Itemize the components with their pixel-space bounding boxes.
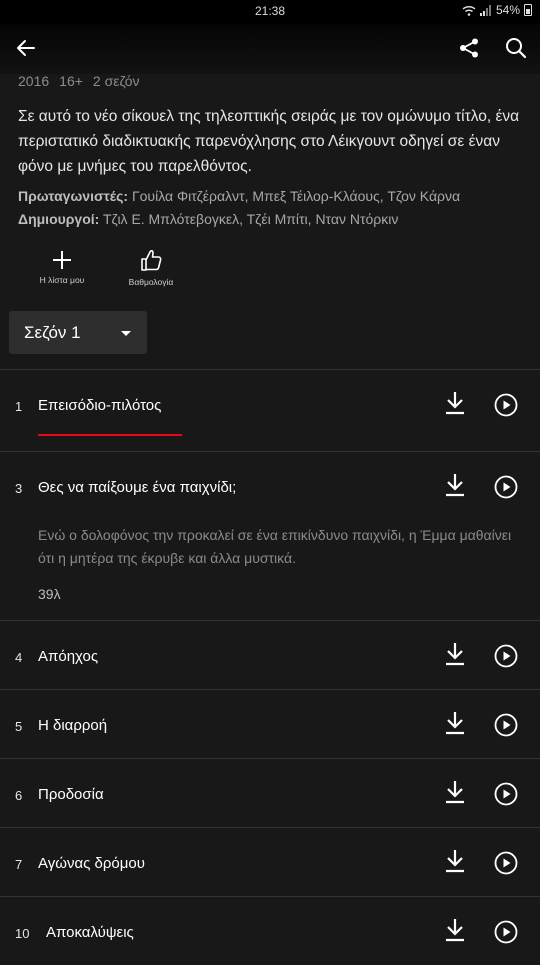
episode-row[interactable]: 4 Απόηχος	[0, 620, 540, 689]
arrow-left-icon	[17, 40, 35, 56]
play-icon[interactable]	[494, 393, 518, 417]
episode-row[interactable]: 3 Θες να παίξουμε ένα παιχνίδι; Ενώ ο δο…	[0, 451, 540, 620]
battery-icon	[524, 4, 532, 16]
play-icon[interactable]	[494, 851, 518, 875]
wifi-icon	[462, 5, 476, 16]
episode-title: Επεισόδιο-πιλότος	[38, 397, 162, 414]
episode-number: 5	[15, 719, 23, 734]
creators-line[interactable]: Δημιουργοί: Τζιλ Ε. Μπλότεβογκελ, Τζέι Μ…	[18, 211, 398, 227]
episode-title: Η διαρροή	[38, 717, 108, 734]
my-list-button[interactable]: Η λίστα μου	[34, 250, 90, 285]
rate-button[interactable]: Βαθμολογία	[121, 248, 181, 287]
thumbs-up-icon	[141, 249, 162, 271]
episode-row[interactable]: 1 Επεισόδιο-πιλότος	[0, 369, 540, 451]
episode-row[interactable]: 7 Αγώνας δρόμου	[0, 827, 540, 896]
show-meta: 2016 16+ 2 σεζόν	[18, 73, 140, 89]
download-icon[interactable]	[443, 779, 467, 805]
share-icon	[460, 38, 478, 58]
episode-row[interactable]: 6 Προδοσία	[0, 758, 540, 827]
episode-number: 1	[15, 399, 23, 414]
status-bar: 21:38 54%	[0, 0, 540, 24]
cast-line[interactable]: Πρωταγωνιστές: Γουίλα Φιτζέραλντ, Μπεξ Τ…	[18, 188, 460, 204]
season-selected: Σεζόν 1	[24, 322, 81, 342]
episode-description: Ενώ ο δολοφόνος την προκαλεί σε ένα επικ…	[38, 527, 512, 566]
battery-percent: 54%	[495, 3, 520, 17]
download-icon[interactable]	[443, 390, 467, 416]
top-app-bar	[0, 24, 540, 74]
download-icon[interactable]	[443, 710, 467, 736]
episode-duration: 39λ	[38, 586, 61, 602]
status-time: 21:38	[254, 4, 286, 18]
episode-title: Θες να παίξουμε ένα παιχνίδι;	[38, 479, 237, 496]
search-button[interactable]	[498, 30, 534, 66]
back-button[interactable]	[8, 30, 44, 66]
search-icon	[506, 38, 527, 59]
episode-title: Προδοσία	[38, 786, 104, 803]
episode-title: Απόηχος	[38, 648, 99, 665]
watch-progress-bar	[38, 434, 182, 436]
caret-down-icon	[121, 331, 131, 336]
episode-row[interactable]: 5 Η διαρροή	[0, 689, 540, 758]
play-icon[interactable]	[494, 920, 518, 944]
episode-number: 4	[15, 650, 23, 665]
download-icon[interactable]	[443, 917, 467, 943]
episode-row[interactable]: 10 Αποκαλύψεις	[0, 896, 540, 965]
play-icon[interactable]	[494, 713, 518, 737]
play-icon[interactable]	[494, 782, 518, 806]
episode-number: 3	[15, 481, 23, 496]
show-synopsis: Σε αυτό το νέο σίκουελ της τηλεοπτικής σ…	[18, 108, 520, 175]
episode-title: Αγώνας δρόμου	[38, 855, 145, 872]
download-icon[interactable]	[443, 848, 467, 874]
episode-number: 10	[15, 926, 30, 941]
episode-list: 1 Επεισόδιο-πιλότος 3 Θες να παίξουμε έν…	[0, 369, 540, 965]
season-count: 2 σεζόν	[92, 73, 140, 89]
episode-title: Αποκαλύψεις	[46, 924, 134, 941]
signal-icon	[479, 4, 491, 16]
creators-label: Δημιουργοί:	[18, 211, 100, 227]
cast-label: Πρωταγωνιστές:	[18, 188, 129, 204]
play-icon[interactable]	[494, 644, 518, 668]
plus-icon	[53, 251, 71, 269]
my-list-label: Η λίστα μου	[39, 275, 85, 285]
cast-names: Γουίλα Φιτζέραλντ, Μπεξ Τέιλορ-Κλάους, Τ…	[131, 188, 461, 204]
download-icon[interactable]	[443, 472, 467, 498]
creators-names: Τζιλ Ε. Μπλότεβογκελ, Τζέι Μπίτι, Νταν Ν…	[102, 211, 399, 227]
maturity-rating: 16+	[59, 73, 83, 89]
episode-number: 7	[15, 857, 23, 872]
rate-label: Βαθμολογία	[128, 277, 174, 287]
episode-number: 6	[15, 788, 23, 803]
season-dropdown[interactable]: Σεζόν 1	[9, 311, 147, 354]
download-icon[interactable]	[443, 641, 467, 667]
share-button[interactable]	[451, 30, 487, 66]
show-year: 2016	[18, 73, 50, 89]
play-icon[interactable]	[494, 475, 518, 499]
